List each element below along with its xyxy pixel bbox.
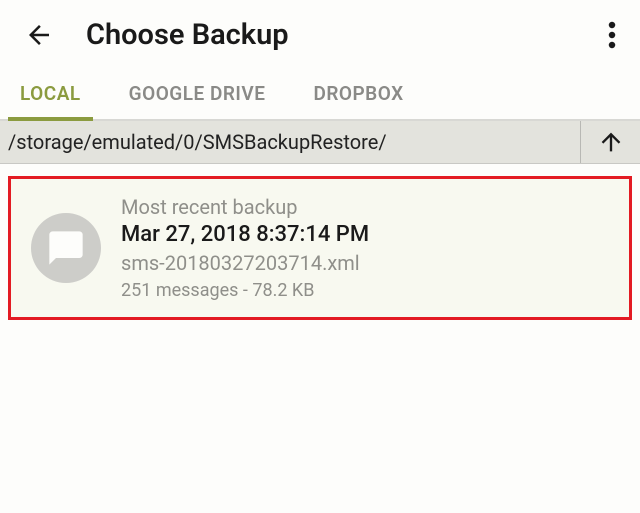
backup-filename: sms-20180327203714.xml: [121, 251, 369, 275]
tab-google-drive[interactable]: GOOGLE DRIVE: [117, 68, 278, 121]
backup-item[interactable]: Most recent backup Mar 27, 2018 8:37:14 …: [8, 176, 632, 320]
backup-info: Most recent backup Mar 27, 2018 8:37:14 …: [121, 195, 369, 301]
storage-path: /storage/emulated/0/SMSBackupRestore/: [0, 121, 580, 163]
arrow-back-icon: [24, 20, 54, 50]
more-button[interactable]: [600, 16, 624, 54]
app-bar: Choose Backup: [0, 0, 640, 68]
message-icon-circle: [31, 213, 101, 283]
up-directory-button[interactable]: [580, 121, 640, 163]
backup-date: Mar 27, 2018 8:37:14 PM: [121, 222, 369, 247]
more-vert-icon: [608, 20, 616, 50]
backup-meta: 251 messages - 78.2 KB: [121, 280, 369, 301]
path-bar: /storage/emulated/0/SMSBackupRestore/: [0, 121, 640, 164]
backup-list: Most recent backup Mar 27, 2018 8:37:14 …: [0, 164, 640, 332]
tab-local[interactable]: LOCAL: [8, 68, 93, 121]
page-title: Choose Backup: [86, 18, 600, 52]
arrow-up-icon: [597, 128, 625, 156]
tabs-bar: LOCAL GOOGLE DRIVE DROPBOX: [0, 68, 640, 121]
recent-label: Most recent backup: [121, 195, 369, 219]
tab-dropbox[interactable]: DROPBOX: [301, 68, 415, 121]
message-icon: [46, 228, 86, 268]
back-button[interactable]: [24, 20, 54, 50]
